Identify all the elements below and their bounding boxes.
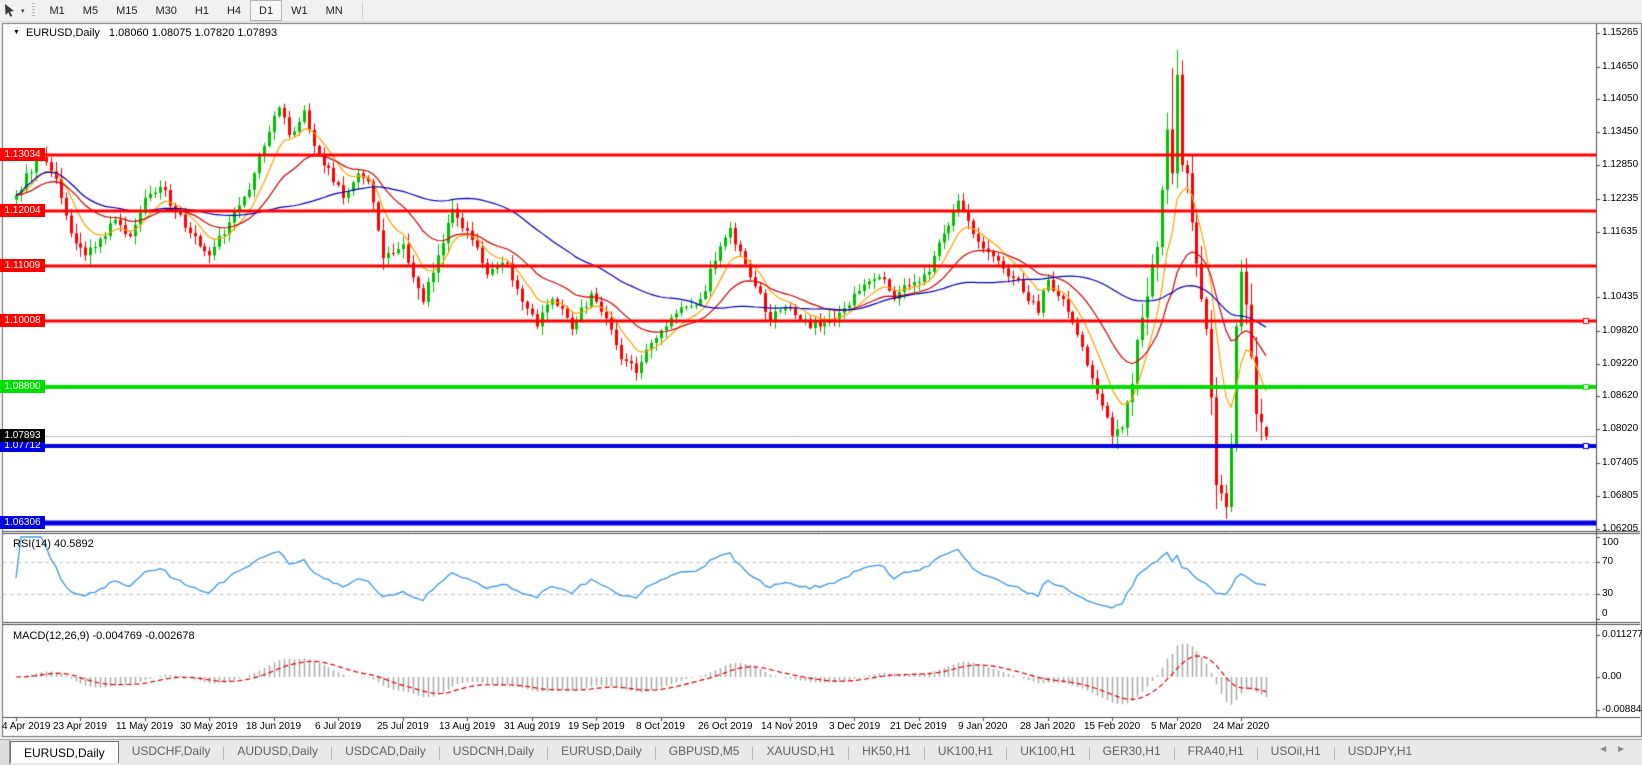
macd-tick-label: -0.008845 bbox=[1602, 704, 1642, 715]
price-tick-label: 1.07405 bbox=[1602, 457, 1639, 468]
date-tick-label: 30 May 2019 bbox=[180, 721, 238, 732]
date-tick-label: 28 Jan 2020 bbox=[1020, 721, 1076, 732]
date-tick-label: 13 Aug 2019 bbox=[439, 721, 496, 732]
price-tick-label: 1.06205 bbox=[1602, 523, 1639, 534]
rsi-label: RSI(14) bbox=[13, 538, 51, 550]
tab-usdjpy-h1[interactable]: USDJPY,H1 bbox=[1335, 740, 1425, 762]
tab-usdchf-daily[interactable]: USDCHF,Daily bbox=[119, 740, 224, 762]
date-tick-label: 26 Oct 2019 bbox=[698, 721, 753, 732]
tab-xauusd-h1[interactable]: XAUUSD,H1 bbox=[753, 740, 848, 762]
date-tick-label: 5 Mar 2020 bbox=[1151, 721, 1202, 732]
price-tick-label: 1.06805 bbox=[1602, 490, 1639, 501]
price-tick-label: 1.12850 bbox=[1602, 159, 1639, 170]
chart-title: ▼ EURUSD,Daily 1.08060 1.08075 1.07820 1.0… bbox=[13, 27, 277, 39]
tab-fra40-h1[interactable]: FRA40,H1 bbox=[1175, 740, 1257, 762]
macd-header: MACD(12,26,9) -0.004769 -0.002678 bbox=[13, 630, 195, 642]
date-tick-label: 24 Mar 2020 bbox=[1213, 721, 1270, 732]
rsi-value: 40.5892 bbox=[53, 538, 94, 550]
tab-usdcnh-daily[interactable]: USDCNH,Daily bbox=[440, 740, 547, 762]
price-line-badge: 1.08800 bbox=[0, 380, 45, 393]
price-tick-label: 1.14650 bbox=[1602, 61, 1639, 72]
tab-ger30-h1[interactable]: GER30,H1 bbox=[1090, 740, 1174, 762]
macd-label: MACD(12,26,9) bbox=[13, 630, 90, 642]
date-tick-label: 21 Dec 2019 bbox=[890, 721, 947, 732]
date-tick-label: 25 Jul 2019 bbox=[377, 721, 429, 732]
price-line-badge: 1.13034 bbox=[0, 148, 45, 161]
price-tick-label: 1.14050 bbox=[1602, 93, 1639, 104]
macd-values: -0.004769 -0.002678 bbox=[92, 630, 195, 642]
price-line-badge: 1.12004 bbox=[0, 204, 45, 217]
date-tick-label: 8 Oct 2019 bbox=[636, 721, 685, 732]
chart-symbol-label: EURUSD,Daily bbox=[25, 27, 100, 39]
date-tick-label: 4 Apr 2019 bbox=[2, 721, 51, 732]
price-line-badge: 1.06306 bbox=[0, 516, 45, 529]
date-tick-label: 18 Jun 2019 bbox=[246, 721, 302, 732]
price-tick-label: 1.11635 bbox=[1602, 226, 1638, 237]
date-tick-label: 14 Nov 2019 bbox=[761, 721, 818, 732]
date-tick-label: 11 May 2019 bbox=[116, 721, 174, 732]
date-tick-label: 9 Jan 2020 bbox=[958, 721, 1008, 732]
date-tick-label: 3 Dec 2019 bbox=[829, 721, 881, 732]
rsi-tick-label: 100 bbox=[1602, 537, 1619, 548]
chart-ohlc-quote: 1.08060 1.08075 1.07820 1.07893 bbox=[108, 27, 278, 39]
tab-audusd-daily[interactable]: AUDUSD,Daily bbox=[224, 740, 331, 762]
trading-platform-window: ▾ M1M5M15M30H1H4D1W1MN ▼EURUSD,Daily1.08… bbox=[0, 0, 1642, 765]
tab-usoil-h1[interactable]: USOil,H1 bbox=[1258, 740, 1334, 762]
tab-uk100-h1[interactable]: UK100,H1 bbox=[1007, 740, 1088, 762]
current-price-badge: 1.07893 bbox=[0, 429, 45, 442]
price-tick-label: 1.12235 bbox=[1602, 193, 1639, 204]
rsi-header: RSI(14) 40.5892 bbox=[13, 538, 94, 550]
chart-dropdown-icon[interactable]: ▼ bbox=[13, 29, 20, 36]
tab-scroll-right-icon[interactable]: ► bbox=[1616, 744, 1634, 755]
price-tick-label: 1.15265 bbox=[1602, 27, 1639, 38]
tab-uk100-h1[interactable]: UK100,H1 bbox=[925, 740, 1006, 762]
price-chart-canvas[interactable] bbox=[0, 0, 1642, 765]
price-tick-label: 1.08620 bbox=[1602, 390, 1639, 401]
tab-eurusd-daily[interactable]: EURUSD,Daily bbox=[548, 740, 655, 762]
price-tick-label: 1.09220 bbox=[1602, 358, 1639, 369]
tab-scroll-left-icon[interactable]: ◄ bbox=[1598, 744, 1616, 755]
tab-bar-lead bbox=[0, 740, 10, 765]
price-tick-label: 1.08020 bbox=[1602, 423, 1639, 434]
price-line-badge: 1.11009 bbox=[0, 259, 45, 272]
rsi-tick-label: 30 bbox=[1602, 588, 1614, 599]
date-tick-label: 23 Apr 2019 bbox=[53, 721, 107, 732]
price-tick-label: 1.13450 bbox=[1602, 126, 1639, 137]
symbol-tab-bar: EURUSD,Daily USDCHF,Daily AUDUSD,Daily USDC… bbox=[0, 739, 1642, 765]
rsi-tick-label: 70 bbox=[1602, 556, 1614, 567]
price-tick-label: 1.09820 bbox=[1602, 325, 1639, 336]
rsi-tick-label: 0 bbox=[1602, 608, 1608, 619]
tab-hk50-h1[interactable]: HK50,H1 bbox=[849, 740, 924, 762]
tab-usdcad-daily[interactable]: USDCAD,Daily bbox=[332, 740, 439, 762]
tab-eurusd-daily[interactable]: EURUSD,Daily bbox=[10, 741, 119, 763]
price-line-badge: 1.10008 bbox=[0, 314, 45, 327]
symbol-tabs: EURUSD,Daily USDCHF,Daily AUDUSD,Daily USDC… bbox=[10, 740, 1425, 765]
date-tick-label: 19 Sep 2019 bbox=[568, 721, 625, 732]
price-tick-label: 1.10435 bbox=[1602, 291, 1639, 302]
date-tick-label: 6 Jul 2019 bbox=[315, 721, 362, 732]
macd-tick-label: 0.011277 bbox=[1602, 629, 1642, 640]
date-tick-label: 31 Aug 2019 bbox=[504, 721, 561, 732]
tab-scroll-nav: ◄► bbox=[1598, 744, 1634, 755]
tab-gbpusd-m5[interactable]: GBPUSD,M5 bbox=[656, 740, 753, 762]
date-tick-label: 15 Feb 2020 bbox=[1084, 721, 1141, 732]
macd-tick-label: 0.00 bbox=[1602, 671, 1622, 682]
